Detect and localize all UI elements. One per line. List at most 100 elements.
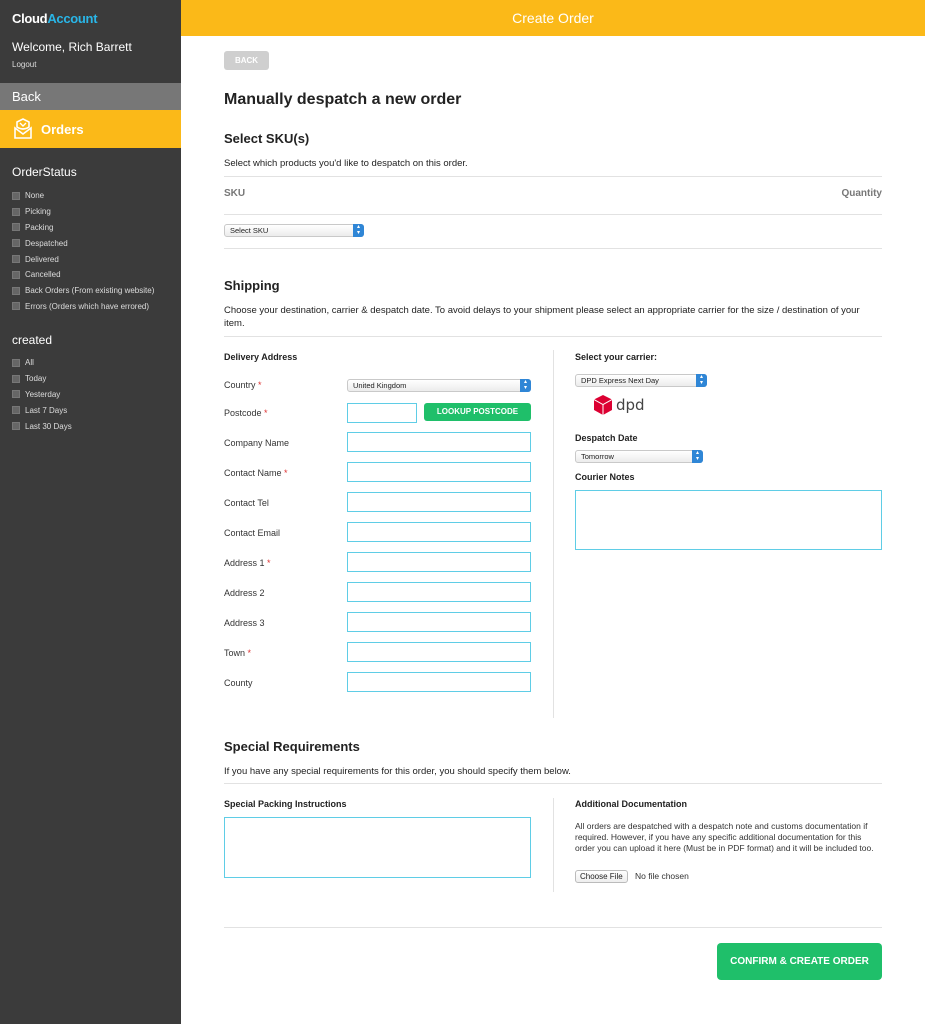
sku-section-description: Select which products you'd like to desp… [224,158,468,169]
welcome-text: Welcome, Rich Barrett [12,40,132,54]
address1-label: Address 1 * [224,558,271,568]
town-label: Town * [224,648,252,658]
country-select[interactable]: United Kingdom ▴ ▾ [347,379,531,392]
filter-last-7-days[interactable]: Last 7 Days [12,402,72,418]
page-title: Manually despatch a new order [224,91,462,108]
country-select-value: United Kingdom [353,381,407,390]
quantity-column-header: Quantity [841,188,882,199]
additional-documentation-text: All orders are despatched with a despatc… [575,821,874,853]
filter-checkbox[interactable] [12,223,20,232]
confirm-create-order-button[interactable]: CONFIRM & CREATE ORDER [717,943,882,980]
filter-back-orders[interactable]: Back Orders (From existing website) [12,283,154,299]
despatch-date-select[interactable]: Tomorrow ▴ ▾ [575,450,703,463]
select-arrows-icon: ▴ ▾ [692,450,703,463]
filter-errors[interactable]: Errors (Orders which have errored) [12,299,154,315]
filter-today[interactable]: Today [12,371,72,387]
sidebar-item-orders-label: Orders [41,121,84,137]
filter-cancelled[interactable]: Cancelled [12,267,154,283]
country-label: Country * [224,380,262,390]
contact-tel-input[interactable] [347,492,531,512]
dpd-logo-text: dpd [616,396,645,414]
select-arrows-icon: ▴ ▾ [353,224,364,237]
app-logo[interactable]: CloudAccount [12,11,98,26]
lookup-postcode-button[interactable]: LOOKUP POSTCODE [424,403,531,421]
filter-picking[interactable]: Picking [12,204,154,220]
sidebar: CloudAccount Welcome, Rich Barrett Logou… [0,0,181,1024]
county-input[interactable] [347,672,531,692]
shipping-section-description: Choose your destination, carrier & despa… [224,305,860,329]
order-status-filter-list: None Picking Packing Despatched Delivere… [12,188,154,314]
filter-all[interactable]: All [12,355,72,371]
created-filter-list: All Today Yesterday Last 7 Days Last 30 … [12,355,72,434]
filter-last-30-days[interactable]: Last 30 Days [12,418,72,434]
filter-checkbox[interactable] [12,358,20,367]
contact-name-label: Contact Name * [224,468,288,478]
filter-none[interactable]: None [12,188,154,204]
sku-select[interactable]: Select SKU ▴ ▾ [224,224,364,237]
filter-checkbox[interactable] [12,270,20,279]
column-divider [553,350,554,718]
address3-input[interactable] [347,612,531,632]
back-button[interactable]: BACK [224,51,269,70]
filter-despatched[interactable]: Despatched [12,235,154,251]
sidebar-back-button[interactable]: Back [0,83,181,110]
filter-checkbox[interactable] [12,374,20,383]
divider [224,176,882,177]
sku-select-value: Select SKU [230,226,269,235]
logo-text-account: Account [47,11,98,26]
town-input[interactable] [347,642,531,662]
filter-checkbox[interactable] [12,390,20,399]
filter-checkbox[interactable] [12,191,20,200]
courier-notes-heading: Courier Notes [575,472,635,482]
page-header: Create Order [181,0,925,36]
postcode-input[interactable] [347,403,417,423]
sidebar-item-orders[interactable]: Orders [0,110,181,148]
logo-text-cloud: Cloud [12,11,48,26]
select-arrows-icon: ▴ ▾ [696,374,707,387]
filter-checkbox[interactable] [12,239,20,248]
filter-checkbox[interactable] [12,422,20,431]
dpd-cube-icon [594,395,612,415]
delivery-address-heading: Delivery Address [224,352,298,362]
special-requirements-description: If you have any special requirements for… [224,766,571,777]
address1-input[interactable] [347,552,531,572]
no-file-chosen-text: No file chosen [635,871,689,881]
additional-documentation-heading: Additional Documentation [575,799,687,809]
filter-checkbox[interactable] [12,286,20,295]
logout-link[interactable]: Logout [12,60,36,69]
contact-tel-label: Contact Tel [224,498,269,508]
divider [224,336,882,337]
filter-checkbox[interactable] [12,255,20,264]
address2-input[interactable] [347,582,531,602]
orders-icon [14,118,32,139]
special-requirements-heading: Special Requirements [224,739,360,754]
contact-name-input[interactable] [347,462,531,482]
divider [224,783,882,784]
filter-checkbox[interactable] [12,302,20,311]
courier-notes-textarea[interactable] [575,490,882,550]
dpd-logo: dpd [594,395,645,415]
divider [224,214,882,215]
page-header-title: Create Order [512,10,594,26]
filter-checkbox[interactable] [12,406,20,415]
divider [224,927,882,928]
carrier-select-value: DPD Express Next Day [581,376,659,385]
choose-file-button[interactable]: Choose File [575,870,628,883]
address3-label: Address 3 [224,618,265,628]
filter-delivered[interactable]: Delivered [12,251,154,267]
filter-packing[interactable]: Packing [12,220,154,236]
company-name-input[interactable] [347,432,531,452]
packing-instructions-textarea[interactable] [224,817,531,878]
postcode-label: Postcode * [224,408,268,418]
select-arrows-icon: ▴ ▾ [520,379,531,392]
company-name-label: Company Name [224,438,290,448]
despatch-date-heading: Despatch Date [575,433,638,443]
filter-yesterday[interactable]: Yesterday [12,387,72,403]
filter-checkbox[interactable] [12,207,20,216]
carrier-select[interactable]: DPD Express Next Day ▴ ▾ [575,374,707,387]
sku-column-header: SKU [224,188,246,199]
order-status-heading: OrderStatus [12,165,77,179]
carrier-heading: Select your carrier: [575,352,658,362]
contact-email-input[interactable] [347,522,531,542]
sku-section-heading: Select SKU(s) [224,131,310,146]
